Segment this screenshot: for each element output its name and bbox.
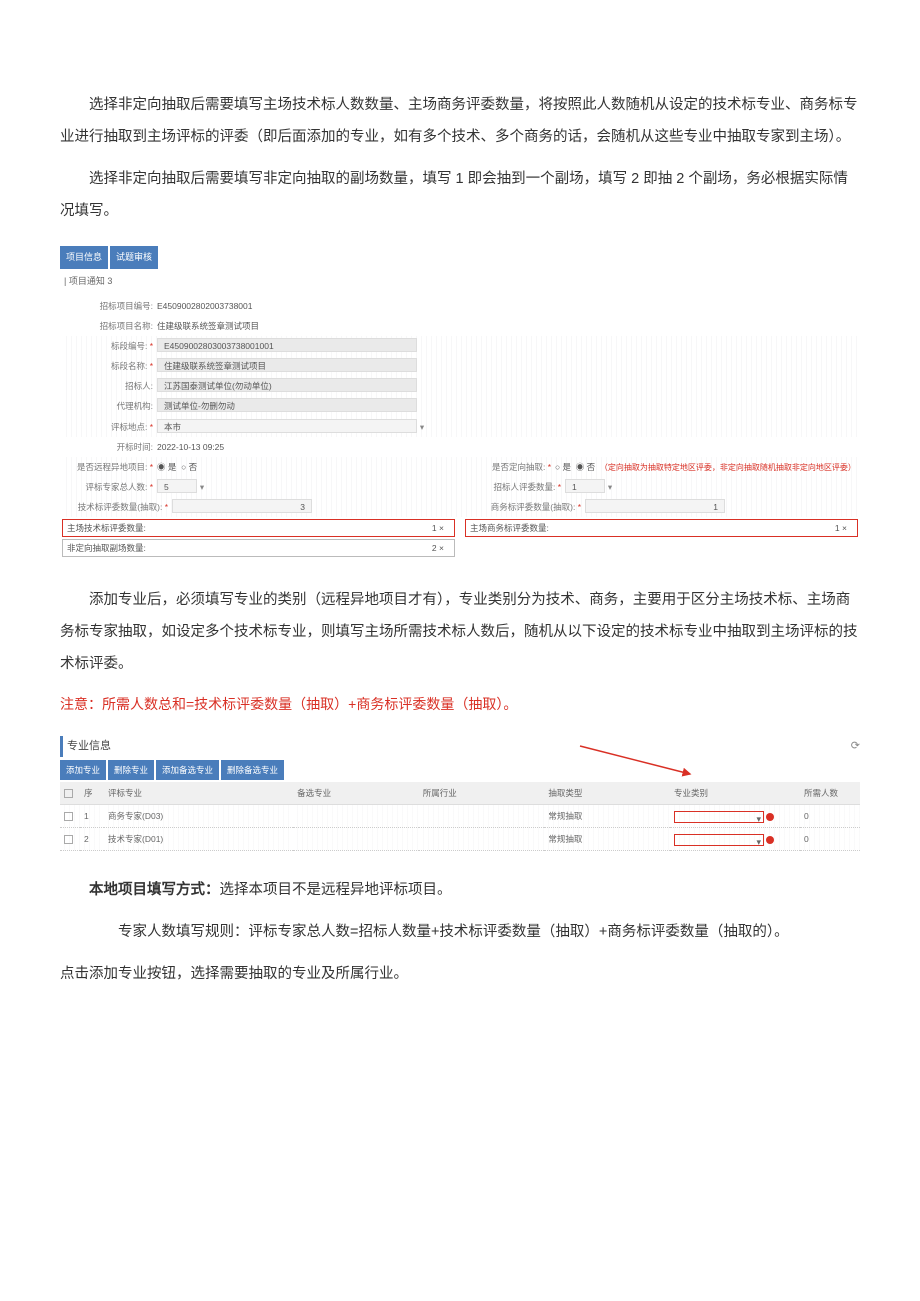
select-owner-rep-count[interactable]: 1 xyxy=(565,479,605,493)
cell-need[interactable]: 0 xyxy=(800,804,860,827)
btn-add-backup[interactable]: 添加备选专业 xyxy=(156,760,219,780)
project-notice: | 项目通知 3 xyxy=(60,271,860,292)
cell-type: 常规抽取 xyxy=(544,804,670,827)
label-bid-name: 标段名称: * xyxy=(62,358,157,374)
label-owner: 招标人: xyxy=(62,378,157,394)
close-icon[interactable]: × xyxy=(842,523,847,533)
label-proj-name: 招标项目名称: xyxy=(62,318,157,334)
label-tech-count: 技术标评委数量(抽取): * xyxy=(62,499,172,515)
tab-project-info[interactable]: 项目信息 xyxy=(60,246,108,269)
label-open-time: 开标时间: xyxy=(62,439,157,455)
paragraph-nondirect-main: 选择非定向抽取后需要填写主场技术标人数数量、主场商务评委数量，将按照此人数随机从… xyxy=(60,90,860,154)
th-backup: 备选专业 xyxy=(293,782,419,805)
select-total-experts[interactable]: 5 xyxy=(157,479,197,493)
form-screenshot-2: 专业信息 ⟳ 添加专业 删除专业 添加备选专业 删除备选专业 序 评标专业 备选… xyxy=(60,736,860,851)
label-owner-rep-count: 招标人评委数量: * xyxy=(475,479,565,495)
directed-hint: （定向抽取为抽取特定地区评委，非定向抽取随机抽取非定向地区评委） xyxy=(600,463,856,472)
label-total-experts: 评标专家总人数: * xyxy=(62,479,157,495)
label-proj-code: 招标项目编号: xyxy=(62,298,157,314)
bold-local-label: 本地项目填写方式： xyxy=(89,882,220,898)
value-main-tech-count: 1 xyxy=(432,523,437,533)
major-buttons: 添加专业 删除专业 添加备选专业 删除备选专业 xyxy=(60,760,860,780)
refresh-icon[interactable]: ⟳ xyxy=(851,736,860,757)
note-red-sum: 注意：所需人数总和=技术标评委数量（抽取）+商务标评委数量（抽取）。 xyxy=(60,691,860,718)
chevron-down-icon: ▾ xyxy=(197,479,207,495)
form-screenshot-1: 项目信息 试题审核 | 项目通知 3 招标项目编号: E450900280200… xyxy=(60,246,860,562)
input-tech-count[interactable]: 3 xyxy=(172,499,312,513)
label-biz-count: 商务标评委数量(抽取): * xyxy=(475,499,585,515)
label-main-biz-count: 主场商务标评委数量: xyxy=(470,520,570,536)
value-main-biz-count: 1 xyxy=(835,523,840,533)
input-bid-code[interactable]: E4509002803003738001001 xyxy=(157,338,417,352)
cell-need[interactable]: 0 xyxy=(800,827,860,850)
required-dot-icon xyxy=(766,813,774,821)
paragraph-local-project: 本地项目填写方式：选择本项目不是远程异地评标项目。 xyxy=(60,875,860,907)
label-agency: 代理机构: xyxy=(62,398,157,414)
radio-is-directed[interactable]: ○ 是 ◉ 否 （定向抽取为抽取特定地区评委，非定向抽取随机抽取非定向地区评委） xyxy=(555,459,858,475)
cell-idx: 2 xyxy=(80,827,104,850)
label-main-tech-count: 主场技术标评委数量: xyxy=(67,520,167,536)
section-title-major: 专业信息 ⟳ xyxy=(60,736,860,757)
chevron-down-icon: ▾ xyxy=(417,419,427,435)
tab-exam-review[interactable]: 试题审核 xyxy=(110,246,158,269)
checkbox-row[interactable] xyxy=(64,835,73,844)
box-sub-count: 非定向抽取副场数量: 2 × xyxy=(62,539,455,557)
cell-zy: 技术专家(D01) xyxy=(104,827,293,850)
chevron-down-icon: ▾ xyxy=(605,479,615,495)
paragraph-expert-rule: 专家人数填写规则：评标专家总人数=招标人数量+技术标评委数量（抽取）+商务标评委… xyxy=(89,917,860,949)
label-bid-code: 标段编号: * xyxy=(62,338,157,354)
value-proj-name: 住建级联系统签章测试项目 xyxy=(157,318,858,334)
close-icon[interactable]: × xyxy=(439,523,444,533)
radio-is-remote[interactable]: ◉ 是 ○ 否 xyxy=(157,459,445,475)
paragraph-after-add-major: 添加专业后，必须填写专业的类别（远程异地项目才有），专业类别分为技术、商务，主要… xyxy=(60,585,860,681)
label-eval-addr: 评标地点: * xyxy=(62,419,157,435)
label-is-remote: 是否远程异地项目: * xyxy=(62,459,157,475)
th-idx: 序 xyxy=(80,782,104,805)
cell-idx: 1 xyxy=(80,804,104,827)
form-area: 招标项目编号: E4509002802003738001 招标项目名称: 住建级… xyxy=(60,292,860,562)
major-table: 序 评标专业 备选专业 所属行业 抽取类型 专业类别 所需人数 1 商务专家(D… xyxy=(60,782,860,851)
th-type: 抽取类型 xyxy=(544,782,670,805)
select-eval-addr[interactable]: 本市 xyxy=(157,419,417,433)
th-zy: 评标专业 xyxy=(104,782,293,805)
select-category[interactable] xyxy=(674,834,764,846)
th-industry: 所属行业 xyxy=(419,782,545,805)
btn-del-backup[interactable]: 删除备选专业 xyxy=(221,760,284,780)
tabs: 项目信息 试题审核 xyxy=(60,246,860,269)
cell-zy: 商务专家(D03) xyxy=(104,804,293,827)
close-icon[interactable]: × xyxy=(439,543,444,553)
box-main-biz-count: 主场商务标评委数量: 1 × xyxy=(465,519,858,537)
select-category[interactable] xyxy=(674,811,764,823)
btn-del-major[interactable]: 删除专业 xyxy=(108,760,154,780)
cell-type: 常规抽取 xyxy=(544,827,670,850)
paragraph-click-add: 点击添加专业按钮，选择需要抽取的专业及所属行业。 xyxy=(60,959,860,991)
value-sub-count: 2 xyxy=(432,543,437,553)
label-sub-count: 非定向抽取副场数量: xyxy=(67,540,167,556)
input-agency[interactable]: 测试单位-勿删勿动 xyxy=(157,398,417,412)
input-owner[interactable]: 江苏国泰测试单位(勿动单位) xyxy=(157,378,417,392)
table-row: 1 商务专家(D03) 常规抽取 0 xyxy=(60,804,860,827)
label-is-directed: 是否定向抽取: * xyxy=(475,459,555,475)
value-proj-code: E4509002802003738001 xyxy=(157,298,858,314)
th-need: 所需人数 xyxy=(800,782,860,805)
table-row: 2 技术专家(D01) 常规抽取 0 xyxy=(60,827,860,850)
value-open-time: 2022-10-13 09:25 xyxy=(157,439,858,455)
box-main-tech-count: 主场技术标评委数量: 1 × xyxy=(62,519,455,537)
input-bid-name[interactable]: 住建级联系统签章测试项目 xyxy=(157,358,417,372)
checkbox-all[interactable] xyxy=(64,789,73,798)
checkbox-row[interactable] xyxy=(64,812,73,821)
required-dot-icon xyxy=(766,836,774,844)
btn-add-major[interactable]: 添加专业 xyxy=(60,760,106,780)
paragraph-nondirect-sub: 选择非定向抽取后需要填写非定向抽取的副场数量，填写 1 即会抽到一个副场，填写 … xyxy=(60,164,860,228)
input-biz-count[interactable]: 1 xyxy=(585,499,725,513)
th-category: 专业类别 xyxy=(670,782,800,805)
